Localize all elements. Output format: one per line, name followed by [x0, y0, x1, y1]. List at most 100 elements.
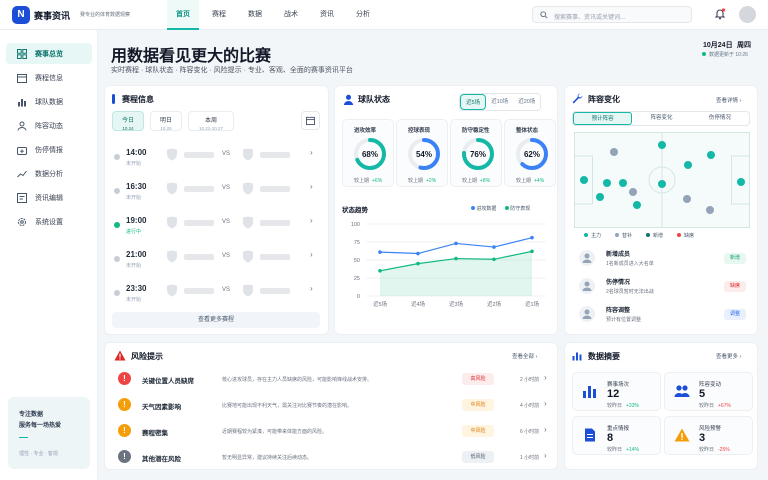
- main-nav: 首页 赛程 数据 战术 资讯 分析: [167, 0, 383, 30]
- sidebar-item-team-data[interactable]: 球队数据: [6, 91, 92, 112]
- match-row[interactable]: 19:00 进行中 VS ›: [114, 216, 322, 240]
- tab-tomorrow[interactable]: 明日 10.25: [150, 111, 182, 131]
- player-marker[interactable]: [580, 176, 588, 184]
- player-marker[interactable]: [737, 178, 745, 186]
- risk-row[interactable]: ! 其他潜在风险 暂无明显异常，建议持续关注后续动态。 低风险 1 小时前 ›: [118, 450, 550, 472]
- data-point[interactable]: [378, 250, 382, 254]
- bell-icon[interactable]: [714, 8, 726, 20]
- match-row[interactable]: 14:00 未开始 VS ›: [114, 148, 322, 172]
- app-logo[interactable]: N: [12, 6, 30, 24]
- change-desc: 2名球员暂时无法出战: [606, 289, 654, 295]
- tab-today[interactable]: 今日 10.24: [112, 111, 144, 131]
- chevron-right-icon[interactable]: ›: [310, 148, 313, 157]
- home-team-shield-icon: [167, 250, 177, 263]
- range-20[interactable]: 近20场: [513, 94, 540, 110]
- chevron-right-icon[interactable]: ›: [310, 284, 313, 293]
- search-input[interactable]: 搜索赛事、资讯或关键词...: [554, 12, 625, 21]
- chevron-right-icon[interactable]: ›: [310, 250, 313, 259]
- data-point[interactable]: [416, 251, 420, 256]
- summary-tile[interactable]: 重点情报 8 较昨日 +14%: [572, 416, 661, 455]
- data-point[interactable]: [416, 261, 420, 266]
- risk-desc: 近期赛程较为紧凑，可能带来体能方面的风险。: [222, 429, 328, 435]
- data-point[interactable]: [530, 235, 534, 240]
- player-marker[interactable]: [684, 161, 692, 169]
- sidebar-item-editor[interactable]: 资讯编辑: [6, 187, 92, 208]
- data-point[interactable]: [492, 257, 496, 262]
- user-avatar[interactable]: [739, 6, 756, 23]
- player-marker[interactable]: [603, 179, 611, 187]
- range-10[interactable]: 近10场: [486, 94, 513, 110]
- player-marker[interactable]: [629, 188, 637, 196]
- nav-schedule[interactable]: 赛程: [203, 0, 235, 30]
- match-row[interactable]: 21:00 未开始 VS ›: [114, 250, 322, 274]
- sidebar-item-lineup[interactable]: 阵容动态: [6, 115, 92, 136]
- data-point[interactable]: [454, 241, 458, 246]
- tab-injury[interactable]: 伤停情况: [691, 112, 749, 125]
- compare-delta: +14%: [626, 447, 639, 453]
- nav-analysis[interactable]: 分析: [347, 0, 379, 30]
- sidebar-item-overview[interactable]: 赛事总览: [6, 43, 92, 64]
- summary-compare: 较昨日 +33%: [607, 402, 639, 409]
- player-marker[interactable]: [619, 179, 627, 187]
- match-row[interactable]: 23:30 未开始 VS ›: [114, 284, 322, 308]
- tab-label: 本周: [204, 118, 217, 124]
- lineup-change-row[interactable]: 伤停情况 2名球员暂时无法出战 缺席: [578, 276, 750, 298]
- chevron-right-icon[interactable]: ›: [310, 216, 313, 225]
- nav-data[interactable]: 数据: [239, 0, 271, 30]
- search-box[interactable]: 搜索赛事、资讯或关键词...: [532, 6, 692, 23]
- chevron-right-icon[interactable]: ›: [544, 425, 547, 434]
- player-marker[interactable]: [633, 201, 641, 209]
- player-marker[interactable]: [683, 195, 691, 203]
- sidebar-item-injury[interactable]: 伤停情报: [6, 139, 92, 160]
- chevron-right-icon[interactable]: ›: [544, 399, 547, 408]
- more-schedule-button[interactable]: 查看更多赛程: [112, 312, 320, 328]
- player-marker[interactable]: [706, 206, 714, 214]
- metric-compare: 较上期 +6%: [354, 177, 382, 184]
- player-marker[interactable]: [596, 193, 604, 201]
- chevron-right-icon[interactable]: ›: [310, 182, 313, 191]
- risk-more-link[interactable]: 查看全部 ›: [512, 352, 537, 360]
- risk-row[interactable]: ! 关键位置人员缺席 核心进攻球员，存在主力人员缺席的风险，可能影响锋线战术安排。 高…: [118, 372, 550, 394]
- chevron-right-icon[interactable]: ›: [544, 451, 547, 460]
- data-point[interactable]: [378, 269, 382, 273]
- match-row[interactable]: 16:30 未开始 VS ›: [114, 182, 322, 206]
- chevron-right-icon[interactable]: ›: [544, 373, 547, 382]
- summary-tile[interactable]: 赛事场次 12 较昨日 +33%: [572, 372, 661, 411]
- tab-expected-lineup[interactable]: 预计阵容: [573, 112, 633, 125]
- lineup-change-row[interactable]: 阵容调整 预计有位置调整 调整: [578, 304, 750, 326]
- risk-title: 关键位置人员缺席: [142, 378, 194, 385]
- nav-tactics[interactable]: 战术: [275, 0, 307, 30]
- summary-tile[interactable]: 风险预警 3 较昨日 -25%: [664, 416, 753, 455]
- bar-chart-icon: [18, 98, 26, 106]
- data-point[interactable]: [492, 245, 496, 249]
- tab-lineup-change[interactable]: 阵容变化: [632, 112, 690, 125]
- metric-compare: 较上期 +4%: [516, 177, 544, 184]
- sidebar-item-schedule[interactable]: 赛程信息: [6, 67, 92, 88]
- data-point[interactable]: [454, 256, 458, 261]
- player-marker[interactable]: [658, 141, 666, 149]
- lineup-more-link[interactable]: 查看详情 ›: [716, 96, 741, 104]
- tab-week[interactable]: 本周 10.21-10.27: [188, 111, 234, 131]
- match-status: 未开始: [126, 263, 142, 269]
- nav-home[interactable]: 首页: [167, 0, 199, 30]
- player-marker[interactable]: [707, 151, 715, 159]
- home-team-shield-icon: [167, 284, 177, 297]
- calendar-button[interactable]: [301, 111, 320, 130]
- lineup-change-row[interactable]: 新增成员 1名新成员进入大名单 新增: [578, 248, 750, 270]
- player-marker[interactable]: [658, 180, 666, 188]
- player-marker[interactable]: [610, 148, 618, 156]
- match-status-dot: [114, 154, 120, 160]
- nav-news[interactable]: 资讯: [311, 0, 343, 30]
- summary-more-link[interactable]: 查看更多 ›: [716, 352, 741, 360]
- sidebar-item-settings[interactable]: 系统设置: [6, 211, 92, 232]
- metric-card: 防守稳定性 76% 较上期 +8%: [450, 119, 502, 187]
- user-icon: [582, 281, 592, 291]
- summary-tile[interactable]: 阵容变动 5 较昨日 +67%: [664, 372, 753, 411]
- tab-label: 今日: [121, 118, 134, 124]
- risk-row[interactable]: ! 天气因素影响 比赛地可能出现不利天气，需关注对比赛节奏的潜在影响。 中风险 4 小时…: [118, 398, 550, 420]
- data-point[interactable]: [530, 249, 534, 254]
- sidebar-item-analysis[interactable]: 数据分析: [6, 163, 92, 184]
- range-5[interactable]: 近5场: [460, 94, 487, 110]
- risk-row[interactable]: ! 赛程密集 近期赛程较为紧凑，可能带来体能方面的风险。 中风险 6 小时前 ›: [118, 424, 550, 446]
- series-line-attack: [379, 237, 533, 255]
